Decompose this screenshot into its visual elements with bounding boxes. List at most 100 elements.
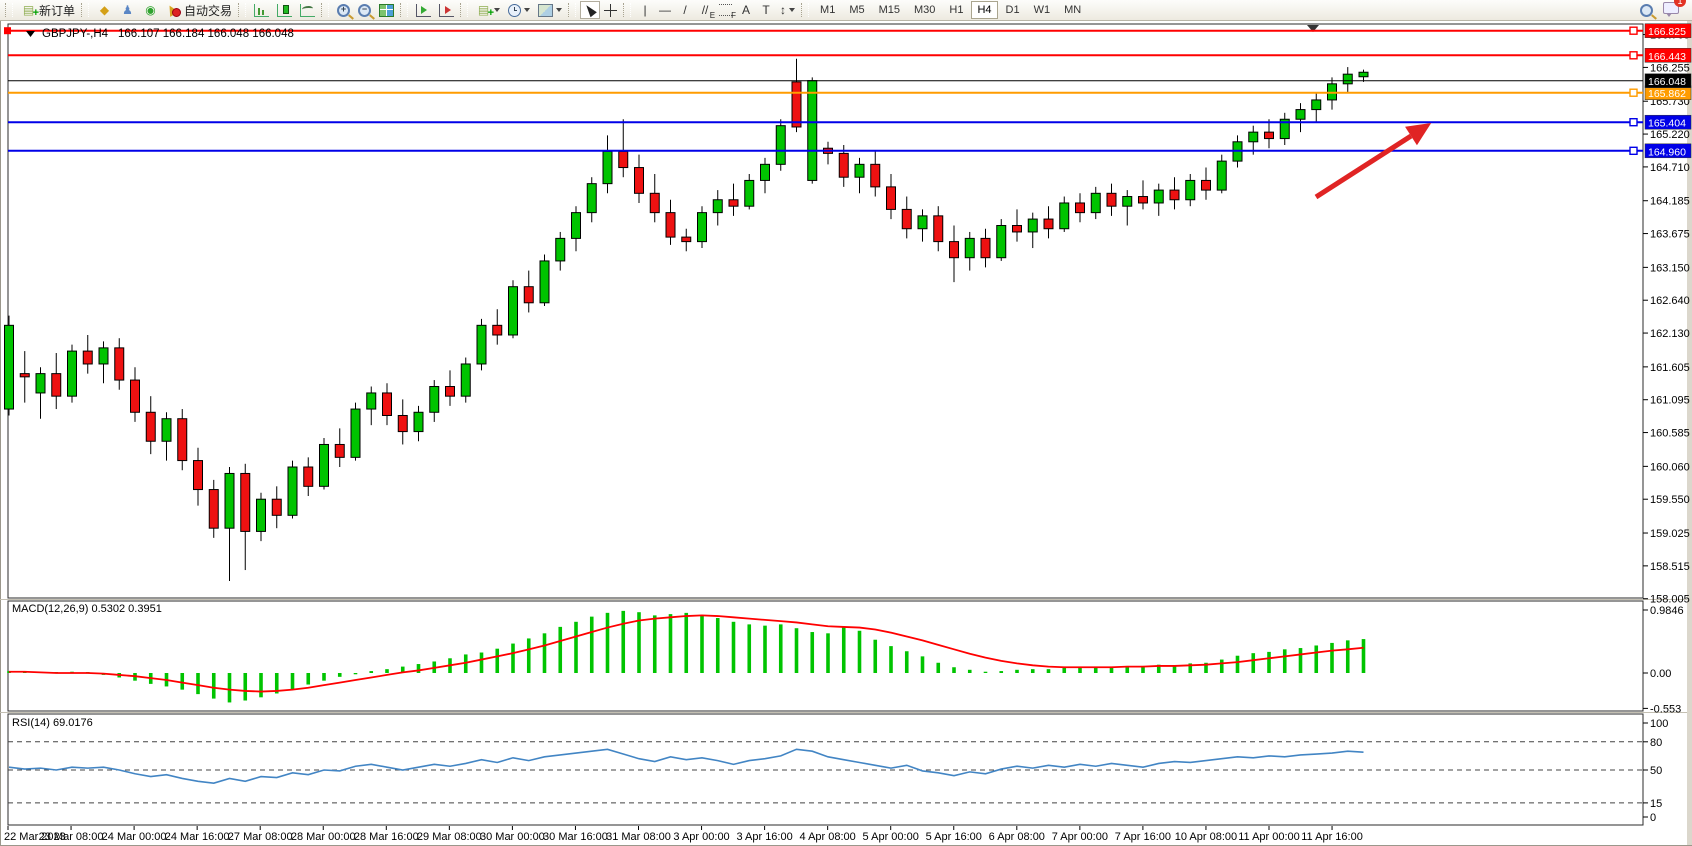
tab-d1[interactable]: D1 bbox=[1000, 1, 1026, 19]
channel-icon: // bbox=[702, 3, 709, 17]
chart-canvas[interactable]: GBPJPY-,H4166.107 166.184 166.048 166.04… bbox=[0, 0, 1692, 846]
hline-handle-left[interactable] bbox=[4, 27, 11, 34]
hline-handle[interactable] bbox=[1630, 147, 1637, 154]
tab-m5[interactable]: M5 bbox=[843, 1, 870, 19]
templates-button[interactable] bbox=[534, 1, 566, 19]
styles-button[interactable]: ◆ bbox=[93, 1, 116, 19]
price-tick-label: 164.185 bbox=[1650, 196, 1690, 208]
bar-chart-button[interactable] bbox=[250, 1, 273, 19]
bull-candle bbox=[414, 412, 423, 431]
tab-m1[interactable]: M1 bbox=[814, 1, 841, 19]
auto-scroll-button[interactable] bbox=[435, 1, 458, 19]
price-tick-label: 158.515 bbox=[1650, 561, 1690, 573]
bull-candle bbox=[965, 238, 974, 257]
toolbar-grip[interactable] bbox=[568, 3, 576, 17]
gold-seal-icon: ◆ bbox=[97, 3, 112, 17]
toolbar-grip[interactable] bbox=[623, 3, 631, 17]
price-tick-label: 161.095 bbox=[1650, 395, 1690, 407]
tile-windows-button[interactable] bbox=[375, 1, 398, 19]
date-label: 7 Apr 16:00 bbox=[1115, 831, 1171, 843]
chevron-down-icon bbox=[789, 8, 795, 12]
tab-h4[interactable]: H4 bbox=[971, 1, 997, 19]
bear-candle bbox=[887, 187, 896, 210]
line-chart-button[interactable] bbox=[296, 1, 319, 19]
tab-m30[interactable]: M30 bbox=[908, 1, 941, 19]
community-button[interactable]: ♟ bbox=[116, 1, 139, 19]
cursor-button[interactable] bbox=[580, 1, 600, 19]
zoom-in-icon: + bbox=[337, 4, 350, 17]
bull-candle bbox=[68, 351, 77, 396]
candlestick-chart-icon bbox=[277, 4, 292, 17]
tab-h1[interactable]: H1 bbox=[943, 1, 969, 19]
community-icon: ♟ bbox=[120, 3, 135, 17]
indicators-button[interactable]: ▤+ bbox=[472, 1, 504, 19]
periods-button[interactable] bbox=[504, 1, 534, 19]
zoom-out-button[interactable]: − bbox=[354, 1, 375, 19]
crosshair-button[interactable] bbox=[600, 1, 621, 19]
new-order-button[interactable]: ▤+ 新订单 bbox=[17, 1, 79, 19]
rsi-tick-label: 100 bbox=[1650, 718, 1668, 730]
text-label-button[interactable]: T bbox=[756, 1, 776, 19]
fibonacci-button[interactable]: F bbox=[715, 1, 736, 19]
toolbar-grip[interactable] bbox=[321, 3, 329, 17]
toolbar-grip[interactable] bbox=[400, 3, 408, 17]
bull-candle bbox=[477, 325, 486, 364]
toolbar-grip[interactable] bbox=[238, 3, 246, 17]
text-button[interactable]: A bbox=[736, 1, 756, 19]
toolbar-grip[interactable] bbox=[5, 3, 13, 17]
bull-candle bbox=[572, 213, 581, 239]
date-label: 28 Mar 16:00 bbox=[354, 831, 419, 843]
chat-button[interactable]: 1 bbox=[1663, 1, 1679, 19]
price-tick-label: 164.710 bbox=[1650, 162, 1690, 174]
arrows-button[interactable]: ↕ bbox=[776, 1, 799, 19]
date-label: 3 Apr 16:00 bbox=[736, 831, 792, 843]
new-order-icon: ▤+ bbox=[21, 3, 36, 17]
auto-scroll-icon bbox=[439, 4, 454, 17]
bear-candle bbox=[666, 213, 675, 237]
toolbar-grip[interactable] bbox=[81, 3, 89, 17]
bull-candle bbox=[698, 213, 707, 242]
signals-button[interactable]: ◉ bbox=[139, 1, 162, 19]
bull-candle bbox=[36, 374, 45, 393]
tab-w1[interactable]: W1 bbox=[1028, 1, 1057, 19]
chart-shift-button[interactable] bbox=[412, 1, 435, 19]
bear-candle bbox=[493, 325, 502, 335]
tab-m15[interactable]: M15 bbox=[873, 1, 906, 19]
bear-candle bbox=[131, 380, 140, 412]
tab-mn[interactable]: MN bbox=[1058, 1, 1087, 19]
hline-handle[interactable] bbox=[1630, 52, 1637, 59]
autotrading-label: 自动交易 bbox=[184, 2, 232, 19]
bull-candle bbox=[257, 499, 266, 531]
date-label: 4 Apr 08:00 bbox=[800, 831, 856, 843]
bull-candle bbox=[1060, 203, 1069, 229]
autotrading-button[interactable]: 自动交易 bbox=[162, 1, 236, 19]
crosshair-icon bbox=[604, 4, 617, 17]
toolbar-grip[interactable] bbox=[460, 3, 468, 17]
bull-candle bbox=[430, 387, 439, 413]
horizontal-line-icon: — bbox=[659, 3, 671, 17]
horizontal-line-button[interactable]: — bbox=[655, 1, 675, 19]
bull-candle bbox=[1312, 100, 1321, 110]
price-badge-label: 165.404 bbox=[1648, 118, 1686, 130]
hline-handle[interactable] bbox=[1630, 27, 1637, 34]
channel-button[interactable]: //E bbox=[695, 1, 715, 19]
trendline-button[interactable]: / bbox=[675, 1, 695, 19]
macd-tick-label: 0.00 bbox=[1650, 668, 1671, 680]
zoom-in-button[interactable]: + bbox=[333, 1, 354, 19]
price-badge-label: 166.443 bbox=[1648, 51, 1686, 63]
hline-handle[interactable] bbox=[1630, 89, 1637, 96]
candlestick-chart-button[interactable] bbox=[273, 1, 296, 19]
bear-candle bbox=[115, 348, 124, 380]
macd-label: MACD(12,26,9) 0.5302 0.3951 bbox=[12, 603, 162, 615]
search-icon[interactable] bbox=[1640, 4, 1653, 17]
bull-candle bbox=[713, 200, 722, 213]
bull-candle bbox=[918, 216, 927, 229]
bull-candle bbox=[1186, 180, 1195, 199]
bear-candle bbox=[209, 490, 218, 529]
hline-handle[interactable] bbox=[1630, 119, 1637, 126]
date-label: 24 Mar 00:00 bbox=[102, 831, 167, 843]
vertical-line-button[interactable]: | bbox=[635, 1, 655, 19]
bull-candle bbox=[1343, 74, 1352, 84]
toolbar-grip[interactable] bbox=[801, 3, 809, 17]
bull-candle bbox=[1154, 190, 1163, 203]
